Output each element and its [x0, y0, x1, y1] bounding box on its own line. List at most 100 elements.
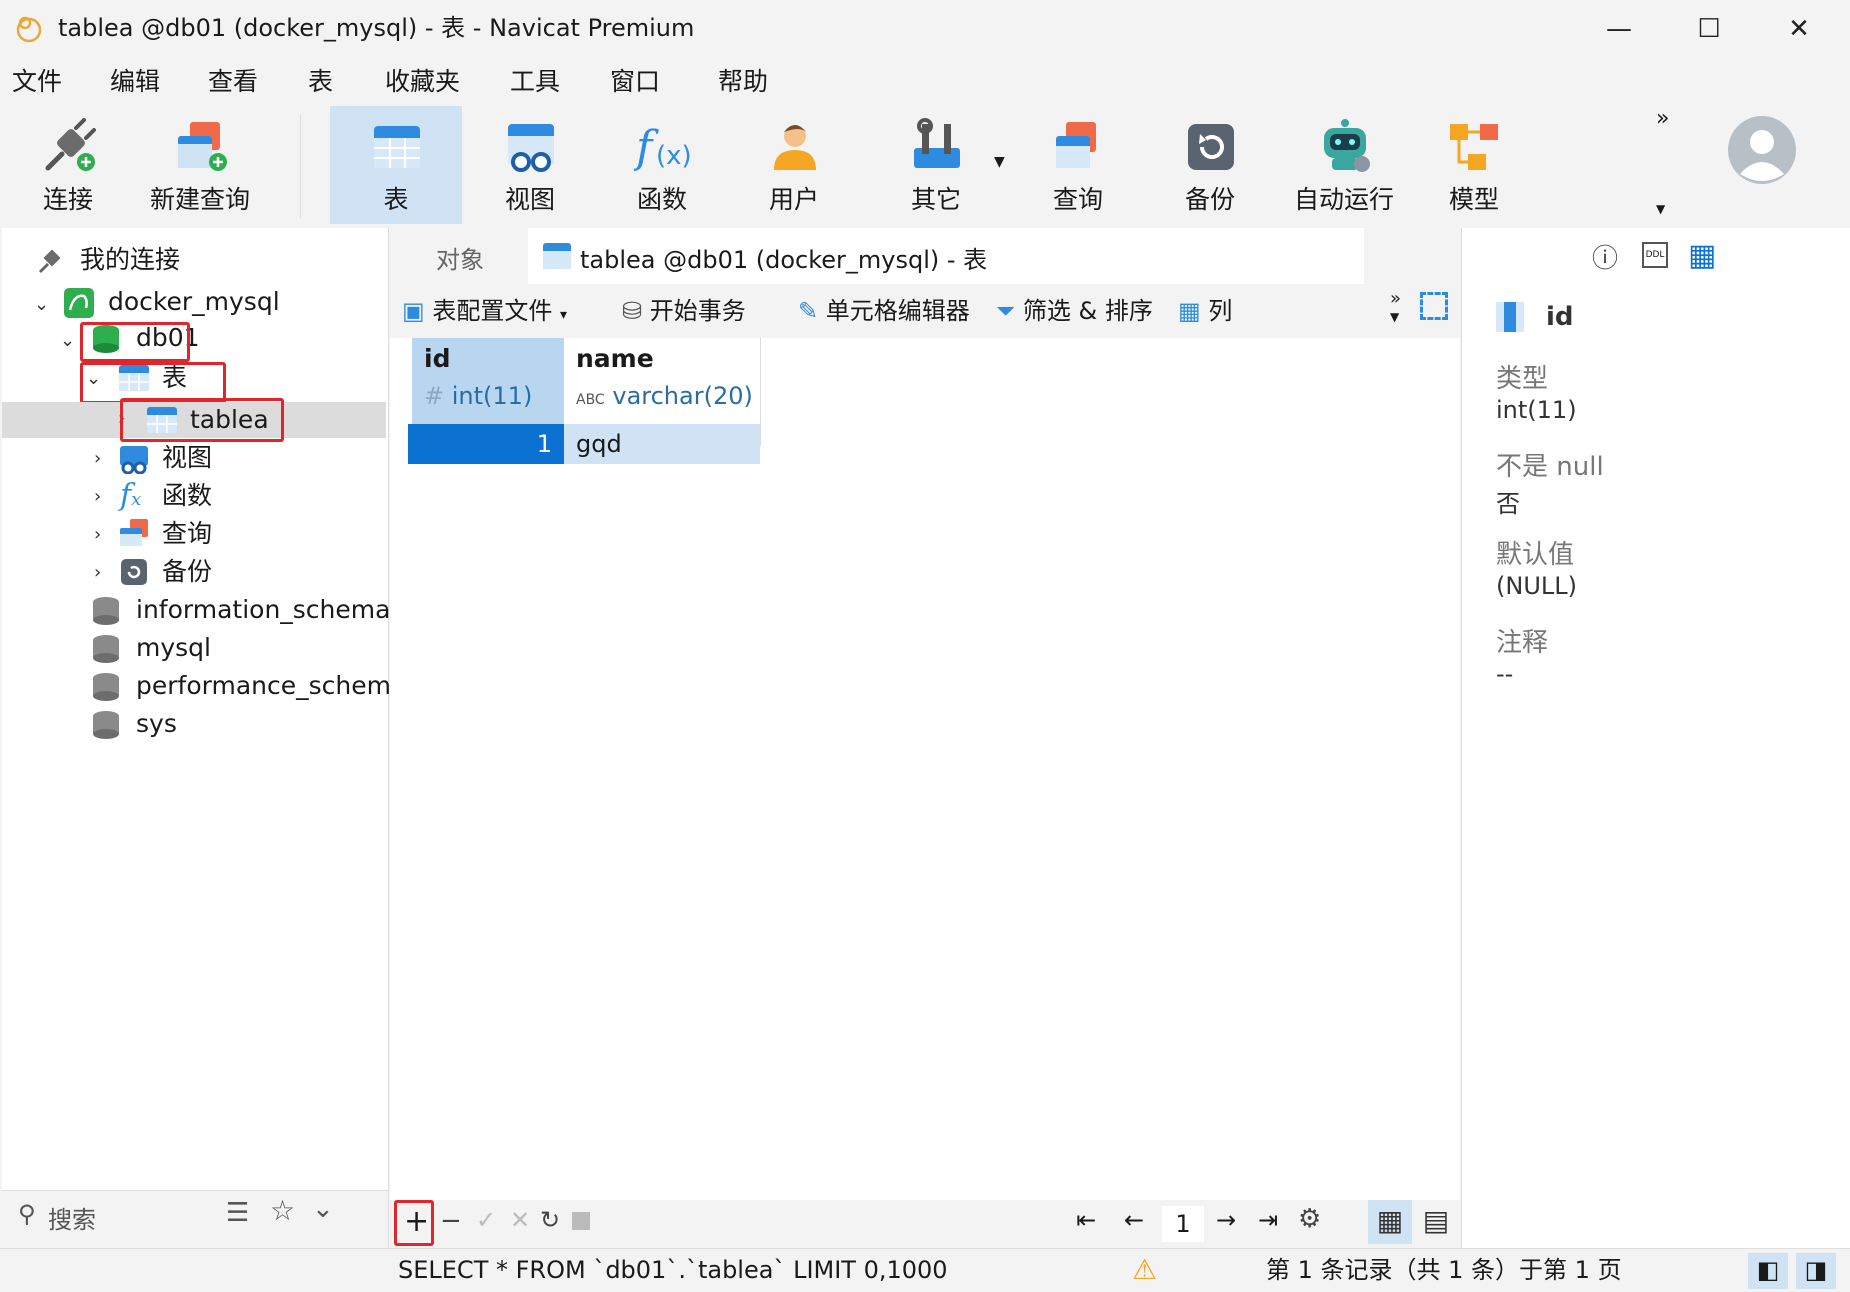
tree-functions-folder[interactable]: 函数 [162, 478, 212, 514]
cell-id[interactable]: 1 [412, 424, 564, 464]
avatar[interactable] [1726, 114, 1798, 186]
table-tab-icon [543, 243, 571, 269]
others-label: 其它 [910, 185, 961, 214]
tree-database-sys[interactable]: sys [136, 706, 177, 742]
others-dropdown-icon[interactable]: ▼ [994, 154, 1005, 170]
chevron-down-icon[interactable]: ⌄ [34, 296, 52, 314]
refresh-button[interactable]: ↻ [540, 1206, 560, 1234]
query-button[interactable]: 查询 [1016, 106, 1140, 224]
toggle-left-pane-button[interactable]: ◧ [1748, 1253, 1788, 1289]
form-view-button[interactable]: ▤ [1416, 1200, 1456, 1244]
tab-objects[interactable]: 对象 [436, 240, 484, 275]
apply-changes-button[interactable]: ✓ [476, 1206, 496, 1234]
menu-file[interactable]: 文件 [12, 66, 62, 98]
info-icon[interactable]: ⓘ [1592, 238, 1618, 275]
function-label: 函数 [636, 185, 687, 214]
field-icon [1496, 302, 1524, 332]
table-profile-button[interactable]: ▣ 表配置文件 ▾ [402, 294, 567, 332]
string-type-icon: ABC [576, 392, 605, 408]
database-closed-icon [93, 673, 119, 701]
cell-editor-button[interactable]: ✎ 单元格编辑器 [798, 294, 970, 328]
new-query-icon [178, 122, 227, 171]
connections-plug-icon [38, 249, 61, 274]
prev-page-button[interactable]: ← [1124, 1206, 1144, 1234]
column-name: id [424, 344, 451, 373]
page-number-input[interactable]: 1 [1162, 1206, 1204, 1242]
filter-sort-button[interactable]: ⏷ 筛选 & 排序 [996, 294, 1153, 328]
query-folder-icon [120, 519, 148, 546]
tree-database-performance-schema[interactable]: performance_schema [136, 668, 406, 704]
profile-icon: ▣ [402, 297, 425, 325]
column-type: int(11) [451, 382, 533, 410]
columns-button[interactable]: ▦ 列 [1178, 294, 1232, 328]
tree-root-my-connections[interactable]: 我的连接 [80, 242, 180, 278]
chevron-right-icon[interactable]: › [94, 488, 112, 506]
menu-window[interactable]: 窗口 [610, 66, 660, 98]
begin-transaction-button[interactable]: ⛁ 开始事务 [622, 294, 746, 328]
tools-icon [914, 118, 960, 168]
close-button[interactable]: ✕ [1754, 0, 1844, 58]
number-type-icon: # [424, 382, 445, 410]
fields-grid-icon[interactable]: ▦ [1688, 238, 1716, 273]
connect-button[interactable]: 连接 [6, 106, 130, 224]
database-closed-icon [93, 635, 119, 663]
menu-edit[interactable]: 编辑 [110, 66, 160, 98]
menu-table[interactable]: 表 [308, 66, 333, 98]
view-button[interactable]: 视图 [468, 106, 592, 224]
chevron-right-icon[interactable]: › [94, 450, 112, 468]
grid-view-button[interactable]: ▦ [1368, 1200, 1412, 1244]
chevron-down-icon[interactable]: ⌄ [60, 332, 78, 350]
discard-changes-button[interactable]: ✕ [510, 1206, 530, 1234]
user-button[interactable]: 用户 [732, 106, 856, 224]
view-folder-icon [120, 446, 148, 474]
tree-queries-folder[interactable]: 查询 [162, 516, 212, 552]
tree-database-information-schema[interactable]: information_schema [136, 592, 390, 628]
toggle-right-pane-button[interactable]: ◨ [1796, 1253, 1836, 1289]
minimize-button[interactable]: — [1574, 0, 1664, 58]
first-page-button[interactable]: ⇤ [1076, 1206, 1096, 1234]
columns-label: 列 [1208, 297, 1233, 325]
maximize-button[interactable]: ☐ [1664, 0, 1754, 58]
table-button[interactable]: 表 [330, 106, 462, 224]
function-folder-icon: fx [120, 478, 142, 513]
menu-tools[interactable]: 工具 [510, 66, 560, 98]
settings-gear-icon[interactable]: ⚙ [1298, 1204, 1321, 1234]
cell-name[interactable]: gqd [564, 424, 760, 464]
backup-button[interactable]: 备份 [1148, 106, 1272, 224]
warning-icon[interactable]: ⚠ [1132, 1253, 1157, 1286]
next-page-button[interactable]: → [1216, 1206, 1236, 1234]
filter-icon[interactable]: ☰ [226, 1198, 249, 1228]
menu-help[interactable]: 帮助 [718, 66, 768, 98]
function-button[interactable]: f (x) 函数 [600, 106, 724, 224]
tree-connection-docker-mysql[interactable]: docker_mysql [108, 284, 280, 320]
menu-view[interactable]: 查看 [208, 66, 258, 98]
robot-icon [1324, 119, 1370, 172]
delete-record-button[interactable]: − [440, 1206, 462, 1236]
tree-database-mysql[interactable]: mysql [136, 630, 211, 666]
new-query-button[interactable]: 新建查询 [138, 106, 262, 224]
toolbar-overflow-icon[interactable]: ▼ [1656, 202, 1665, 216]
navigation-pane: 我的连接 ⌄ docker_mysql ⌄ db01 ⌄ 表 › tablea … [2, 228, 406, 1249]
tab-active[interactable]: tablea @db01 (docker_mysql) - 表 [528, 228, 1364, 284]
comment-label: 注释 [1496, 628, 1549, 658]
star-icon[interactable]: ☆ [270, 1194, 295, 1227]
toolbar-more-icon[interactable]: » [1656, 106, 1669, 131]
last-page-button[interactable]: ⇥ [1258, 1206, 1278, 1234]
table-editor: 对象 tablea @db01 (docker_mysql) - 表 ▣ 表配置… [390, 228, 1460, 1248]
menu-favorites[interactable]: 收藏夹 [385, 66, 460, 98]
ddl-icon[interactable]: DDL [1642, 242, 1668, 268]
tree-backups-folder[interactable]: 备份 [162, 554, 212, 590]
tree-views-folder[interactable]: 视图 [162, 440, 212, 476]
overflow-dropdown-icon[interactable]: ▼ [1390, 310, 1399, 324]
collapse-icon[interactable]: ⌄ [312, 1194, 334, 1224]
stop-button[interactable] [572, 1212, 590, 1230]
others-button[interactable]: 其它 [874, 106, 998, 224]
chevron-right-icon[interactable]: › [94, 564, 112, 582]
fullscreen-icon[interactable] [1420, 292, 1448, 320]
funnel-icon: ⏷ [996, 297, 1016, 325]
more-icon[interactable]: » [1390, 288, 1401, 309]
automation-button[interactable]: 自动运行 [1280, 106, 1408, 224]
chevron-right-icon[interactable]: › [94, 526, 112, 544]
search-input[interactable]: 搜索 [48, 1200, 96, 1235]
model-button[interactable]: 模型 [1412, 106, 1536, 224]
